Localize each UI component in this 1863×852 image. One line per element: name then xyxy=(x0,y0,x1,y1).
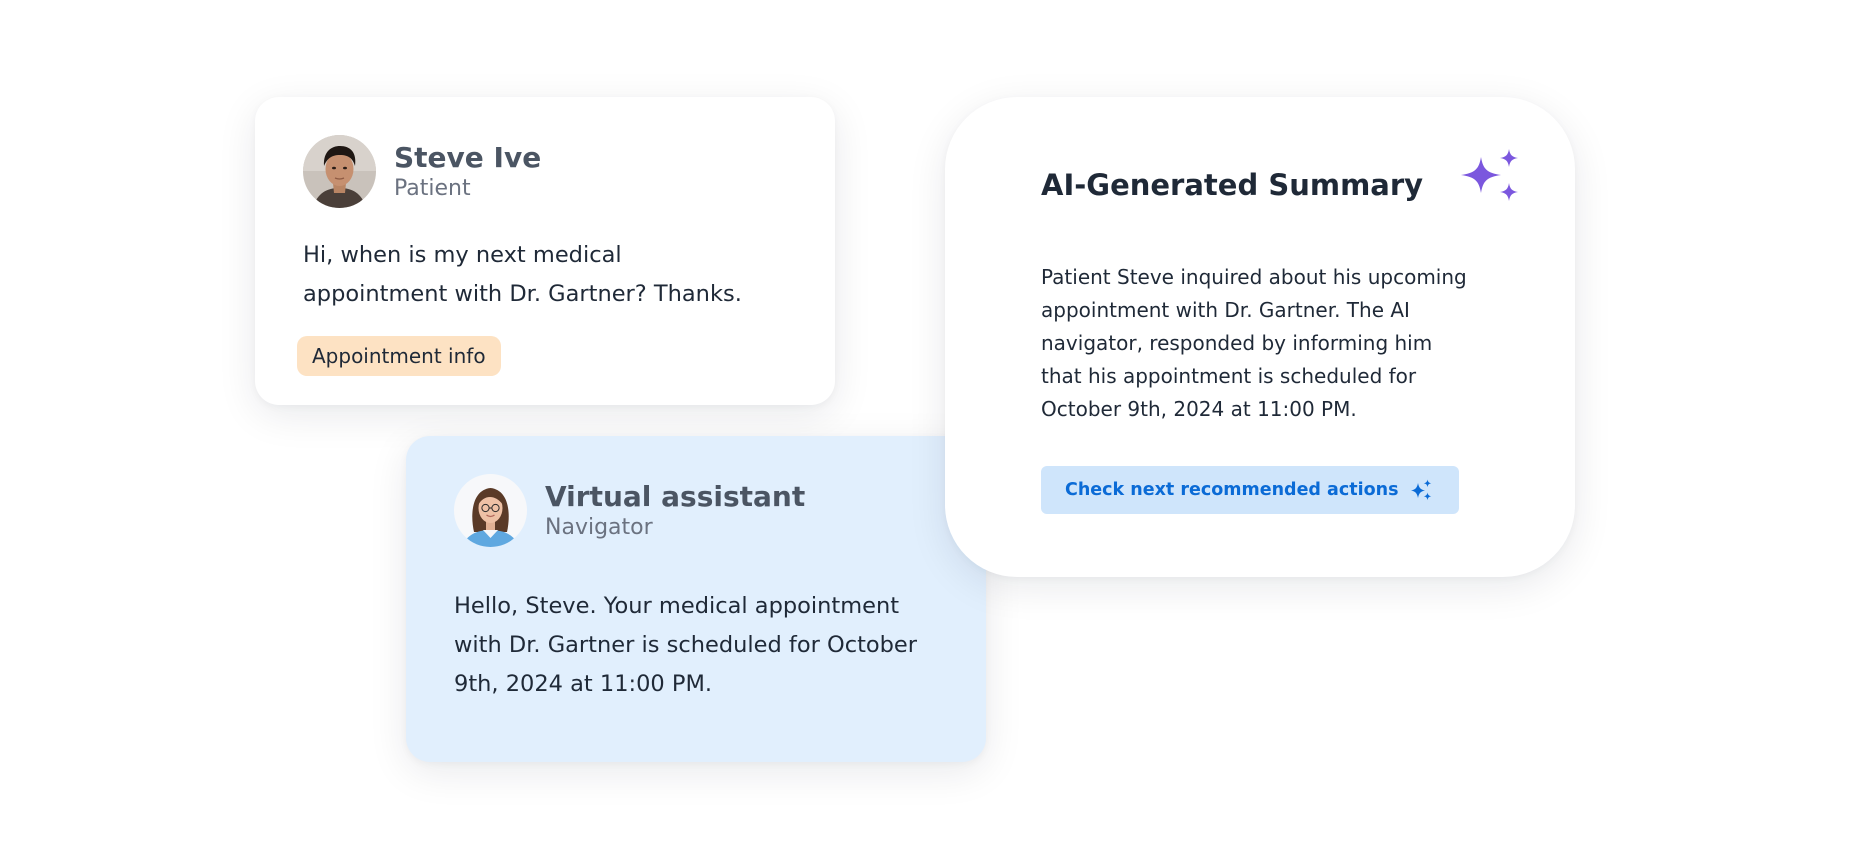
assistant-message-card: Virtual assistant Navigator Hello, Steve… xyxy=(406,436,986,762)
patient-header: Steve Ive Patient xyxy=(303,135,787,208)
patient-message-text: Hi, when is my next medical appointment … xyxy=(303,242,742,307)
sparkles-icon xyxy=(1410,479,1431,501)
summary-text: Patient Steve inquired about his upcomin… xyxy=(1041,265,1467,421)
patient-avatar xyxy=(303,135,376,208)
check-next-actions-button[interactable]: Check next recommended actions xyxy=(1041,466,1459,514)
ai-summary-card: AI-Generated Summary Patient Steve inqui… xyxy=(945,97,1575,577)
patient-name: Steve Ive xyxy=(394,140,542,174)
patient-role: Patient xyxy=(394,175,471,201)
assistant-header: Virtual assistant Navigator xyxy=(454,474,938,547)
appointment-info-tag[interactable]: Appointment info xyxy=(297,336,501,376)
sparkles-icon xyxy=(1461,149,1518,201)
summary-title: AI-Generated Summary xyxy=(1041,168,1424,202)
assistant-name: Virtual assistant xyxy=(545,479,806,513)
patient-message-card: Steve Ive Patient Hi, when is my next me… xyxy=(255,97,835,405)
assistant-role: Navigator xyxy=(545,514,653,540)
assistant-message-text: Hello, Steve. Your medical appointment w… xyxy=(454,593,918,697)
patient-avatar-image xyxy=(303,135,376,208)
assistant-avatar-image xyxy=(454,474,527,547)
assistant-avatar xyxy=(454,474,527,547)
summary-header: AI-Generated Summary xyxy=(1041,149,1518,213)
check-next-actions-label: Check next recommended actions xyxy=(1065,480,1399,500)
